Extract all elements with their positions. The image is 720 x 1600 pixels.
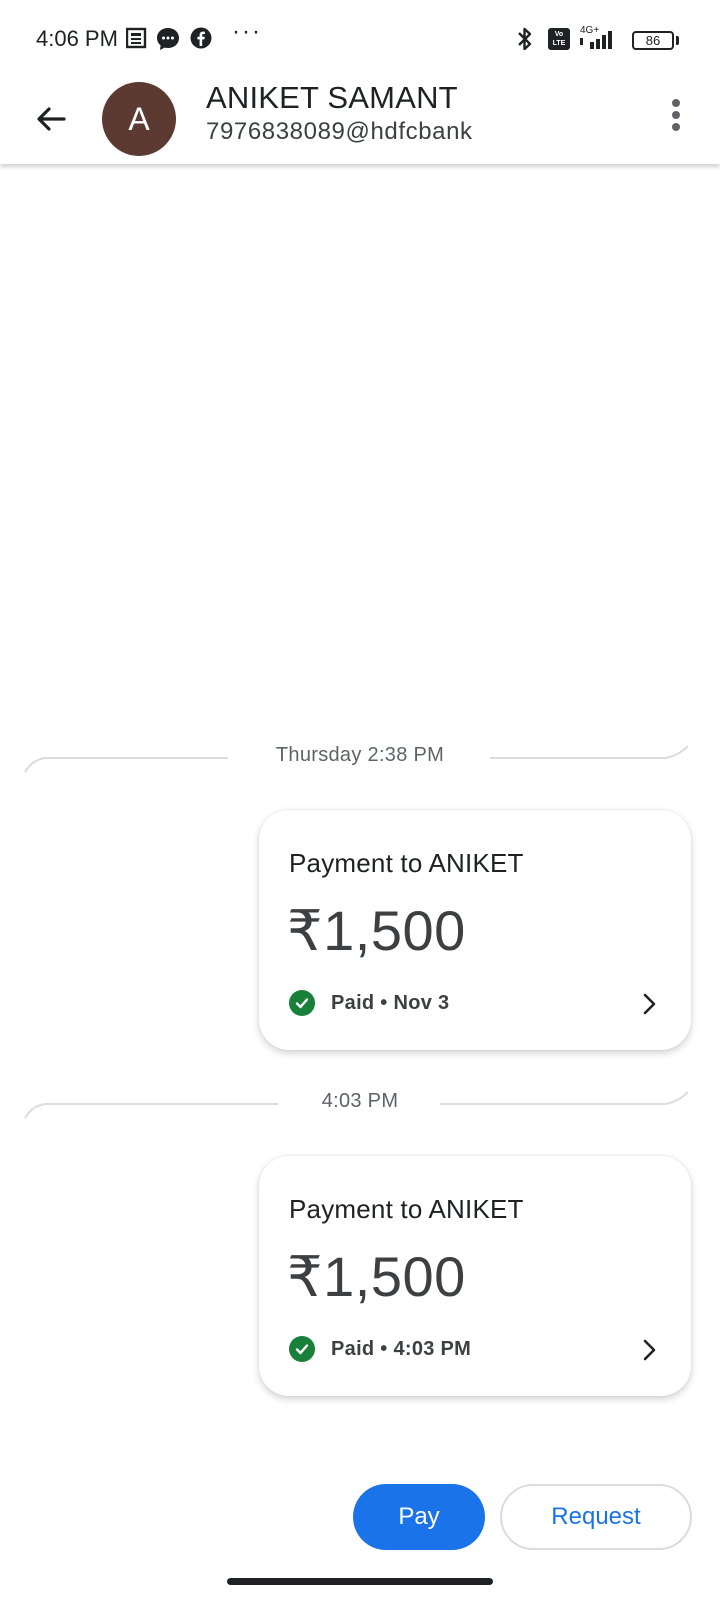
more-notifications-icon: ··· [232,18,262,45]
payment-title: Payment to ANIKET [289,1194,524,1224]
request-button[interactable]: Request [500,1484,692,1550]
payment-title: Payment to ANIKET [289,848,524,878]
contact-name: ANIKET SAMANT [206,80,458,115]
status-time: 4:06 PM [36,26,118,51]
contact-upi-id: 7976838089@hdfcbank [206,118,473,145]
avatar[interactable]: A [102,82,176,156]
avatar-letter: A [128,100,150,137]
signal-icon [580,30,614,50]
back-button[interactable] [24,92,78,146]
payment-status: Paid • Nov 3 [289,990,449,1016]
date-separator: 4:03 PM [0,1086,720,1126]
bluetooth-icon [516,26,534,52]
more-options-button[interactable] [654,88,698,142]
chevron-right-icon [641,992,657,1021]
date-separator-label: 4:03 PM [321,1090,399,1112]
volte-icon: Vo LTE [548,28,570,50]
date-separator-label: Thursday 2:38 PM [275,744,445,766]
payment-status: Paid • 4:03 PM [289,1336,471,1362]
check-circle-icon [289,990,315,1016]
date-separator: Thursday 2:38 PM [0,740,720,780]
payment-card[interactable]: Payment to ANIKET ₹1,500 Paid • Nov 3 [259,810,691,1050]
pay-button[interactable]: Pay [353,1484,485,1550]
chevron-right-icon [641,1338,657,1367]
news-icon [126,27,148,49]
more-vert-icon [672,99,680,131]
payment-card[interactable]: Payment to ANIKET ₹1,500 Paid • 4:03 PM [259,1156,691,1396]
status-bar: 4:06 PM ··· Vo LTE 4G+ 86 [0,0,720,80]
arrow-back-icon [37,107,66,131]
home-indicator[interactable] [227,1578,493,1585]
check-circle-icon [289,1336,315,1362]
chat-screen: 4:06 PM ··· Vo LTE 4G+ 86 A ANIKET SAMAN… [0,0,720,1600]
payment-amount: ₹1,500 [287,1245,466,1308]
payment-amount: ₹1,500 [287,899,466,962]
messenger-icon [156,27,180,51]
battery-nub [676,36,679,45]
payment-status-text: Paid • 4:03 PM [331,1337,472,1360]
battery-icon: 86 [632,31,674,50]
payment-status-text: Paid • Nov 3 [331,991,450,1014]
battery-level: 86 [645,33,661,48]
facebook-icon [190,27,212,49]
app-bar: A ANIKET SAMANT 7976838089@hdfcbank [0,80,720,164]
